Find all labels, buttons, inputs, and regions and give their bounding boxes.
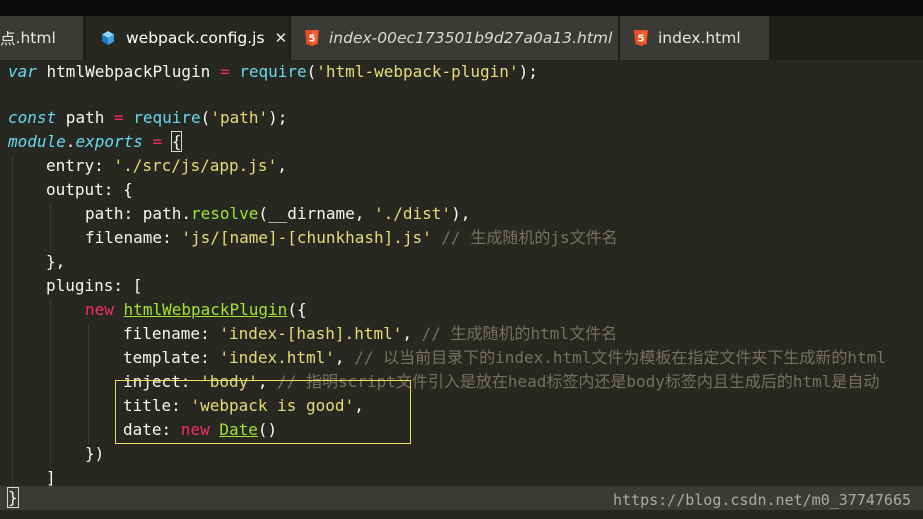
tab-index-html[interactable]: 5 index.html [620,16,770,60]
tab-bar: 点 .html webpack.config.js ✕ 5 index-00ec1… [0,16,923,60]
code-line: template: 'index.html', // 以当前目录下的index.… [123,348,886,367]
window-top-strip [0,0,923,16]
tab-label: index.html [658,29,741,47]
svg-text:5: 5 [638,34,645,45]
tab-label: webpack.config.js [126,29,265,47]
tab-label: .html [15,29,56,47]
annotation-highlight-box [115,380,411,444]
watermark: https://blog.csdn.net/m0_37747665 [612,491,911,509]
indent-guide [88,324,89,444]
code-line: entry: './src/js/app.js', [46,156,287,175]
code-line: }) [85,444,105,463]
tab-index-hash-html[interactable]: 5 index-00ec173501b9d27a0a13.html [291,16,619,60]
code-line: output: { [46,180,133,199]
html5-icon: 5 [634,30,648,46]
indent-guide [12,156,13,492]
tab-webpack-config[interactable]: webpack.config.js ✕ [86,16,290,60]
code-line: new htmlWebpackPlugin({ [85,300,307,319]
svg-text:5: 5 [309,34,316,45]
code-line: path: path.resolve(__dirname, './dist'), [85,204,471,223]
code-line: module.exports = { [8,131,183,152]
code-line: const path = require('path'); [8,108,288,127]
code-line: filename: 'index-[hash].html', // 生成随机的h… [123,324,618,343]
close-icon[interactable]: ✕ [275,29,288,47]
tab-label: index-00ec173501b9d27a0a13.html [329,29,613,47]
tab-prefix-glyph: 点 [0,30,16,48]
indent-guide [50,300,51,468]
code-line: var htmlWebpackPlugin = require('html-we… [8,62,538,81]
code-line: }, [46,252,66,271]
html5-icon: 5 [305,30,319,46]
cube-icon [100,30,116,46]
code-editor[interactable]: var htmlWebpackPlugin = require('html-we… [0,60,923,519]
code-line: plugins: [ [46,276,143,295]
code-line: filename: 'js/[name]-[chunkhash].js' // … [85,228,618,247]
indent-guide [50,204,51,252]
tab-html-partial[interactable]: 点 .html [0,16,84,60]
